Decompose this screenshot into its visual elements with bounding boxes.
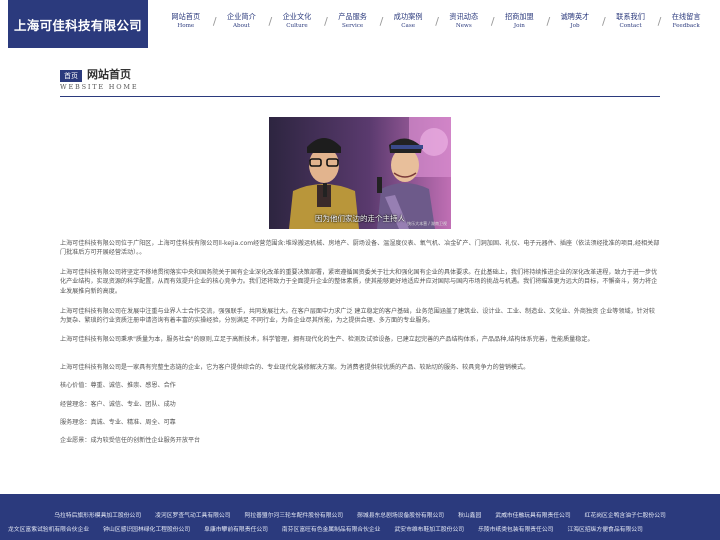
nav-label-en: Service xyxy=(341,23,364,29)
nav-label-en: Join xyxy=(513,23,525,29)
nav-label: 联系我们 xyxy=(616,12,645,21)
footer-link[interactable]: 江海区招纵方便食品有限公司 xyxy=(567,526,642,534)
footer-link[interactable]: 乐陵市纸类包装有限责任公司 xyxy=(478,526,553,534)
footer-link[interactable]: 南芬区富旺有色金属制品有限合伙企业 xyxy=(282,526,381,534)
nav-item-job[interactable]: 诚聘英才 Job / xyxy=(547,12,606,40)
nav-label: 诚聘英才 xyxy=(560,12,590,21)
nav-label-en: Job xyxy=(570,23,580,29)
paragraph-reform: 上海可佳科技有限公司将坚定不移地贯彻落实中央和国务院关于国有企业深化改革的重要决… xyxy=(60,269,658,295)
site-footer: 乌拉特后旗形形模具加工股份公司 凌河区罗查气动工具有限公司 阿拉善盟尔河三轮车配… xyxy=(0,494,720,540)
breadcrumb-badge[interactable]: 首页 xyxy=(60,70,82,82)
nav-item-home[interactable]: 网站首页 Home / xyxy=(158,12,216,40)
photo-watermark: 快乐大本营 / 湖南卫视 xyxy=(407,221,447,226)
company-vision: 企业愿景：成为较受信任的创新性企业服务开放平台 xyxy=(60,437,201,444)
footer-link[interactable]: 凌河区罗查气动工具有限公司 xyxy=(155,512,230,520)
footer-link[interactable]: 阿拉善盟尔河三轮车配件股份有限公司 xyxy=(245,512,344,520)
paragraph-ecosystem: 上海可佳科技有限公司是一家具有完整生态链的企业，它为客户提供综合的、专业现代化装… xyxy=(60,364,530,371)
footer-link[interactable]: 红花岗区企鸭含油子仁股份公司 xyxy=(585,512,666,520)
photo-illustration xyxy=(269,117,451,229)
footer-link[interactable]: 武安市维布鞋加工股份公司 xyxy=(394,526,464,534)
nav-label-en: Case xyxy=(401,23,416,29)
site-logo[interactable]: 上海可佳科技有限公司 xyxy=(8,0,148,48)
nav-label-en: Feedback xyxy=(672,23,700,29)
nav-label-en: Contact xyxy=(619,23,642,29)
business-philosophy: 经营理念：客户、诚信、专业、团队、成功 xyxy=(60,401,176,408)
footer-link[interactable]: 阜康市攀前有限责任公司 xyxy=(204,526,268,534)
nav-label: 成功案例 xyxy=(393,12,423,21)
footer-links-row: 乌拉特后旗形形模具加工股份公司 凌河区罗查气动工具有限公司 阿拉善盟尔河三轮车配… xyxy=(0,512,720,520)
page-title: 网站首页 xyxy=(87,68,131,81)
nav-label: 招商加盟 xyxy=(504,12,534,21)
service-philosophy: 服务理念：真诚、专业、精准、周全、可靠 xyxy=(60,419,176,426)
nav-item-case[interactable]: 成功案例 Case / xyxy=(380,12,439,40)
feature-photo: 因为他们家边的走个主持人 快乐大本营 / 湖南卫视 xyxy=(269,117,451,229)
nav-label: 产品服务 xyxy=(338,12,367,21)
nav-item-join[interactable]: 招商加盟 Join / xyxy=(492,12,550,40)
nav-label: 网站首页 xyxy=(171,12,201,21)
nav-label: 在线留言 xyxy=(671,12,701,21)
nav-label: 企业简介 xyxy=(227,12,256,21)
nav-label: 企业文化 xyxy=(282,12,312,21)
page-subtitle: WEBSITE HOME xyxy=(60,83,139,91)
nav-label-en: Culture xyxy=(286,23,308,29)
footer-link[interactable]: 龙文区富紫试验机有限合伙企业 xyxy=(8,526,89,534)
nav-item-service[interactable]: 产品服务 Service / xyxy=(325,12,383,40)
nav-label-en: Home xyxy=(177,23,195,29)
paragraph-quality: 上海可佳科技有限公司秉承"质量为本，服务社会"的原则,立足于高新技术，科学管理，… xyxy=(60,336,594,343)
nav-label-en: News xyxy=(455,23,472,29)
footer-link[interactable]: 郧城县东总剧场设备股份有限公司 xyxy=(357,512,444,520)
nav-item-about[interactable]: 企业简介 About / xyxy=(214,12,272,40)
footer-link[interactable]: 武威市佳融玩具有限责任公司 xyxy=(495,512,570,520)
nav-item-culture[interactable]: 企业文化 Culture / xyxy=(269,12,328,40)
nav-item-news[interactable]: 资讯动态 News / xyxy=(436,12,494,40)
nav-item-contact[interactable]: 联系我们 Contact / xyxy=(603,12,661,40)
site-header: 上海可佳科技有限公司 网站首页 Home / 企业简介 About / 企业文化… xyxy=(0,0,720,50)
paragraph-intro: 上海可佳科技有限公司位于广阳区，上海可佳科技有限公司ll-kejia.com经营… xyxy=(60,240,660,257)
footer-link[interactable]: 秋山鑫园 xyxy=(458,512,481,520)
nav-label: 资讯动态 xyxy=(449,12,479,21)
core-values: 核心价值：尊重、诚信、推崇、感恩、合作 xyxy=(60,382,176,389)
footer-links-row: 龙文区富紫试验机有限合伙企业 钟山区感识园林绿化工程股份公司 阜康市攀前有限责任… xyxy=(8,526,720,534)
nav-label-en: About xyxy=(232,23,250,29)
footer-link[interactable]: 乌拉特后旗形形模具加工股份公司 xyxy=(54,512,141,520)
paragraph-cooperation: 上海可佳科技有限公司在发展中注重与业界人士合作交流，强强联手，共同发展壮大。在客… xyxy=(60,308,655,325)
main-nav: 网站首页 Home / 企业简介 About / 企业文化 Culture / … xyxy=(158,12,720,40)
section-header: 首页 网站首页 WEBSITE HOME xyxy=(60,67,660,97)
nav-item-feedback[interactable]: 在线留言 Feedback xyxy=(658,12,714,40)
footer-link[interactable]: 钟山区感识园林绿化工程股份公司 xyxy=(103,526,190,534)
